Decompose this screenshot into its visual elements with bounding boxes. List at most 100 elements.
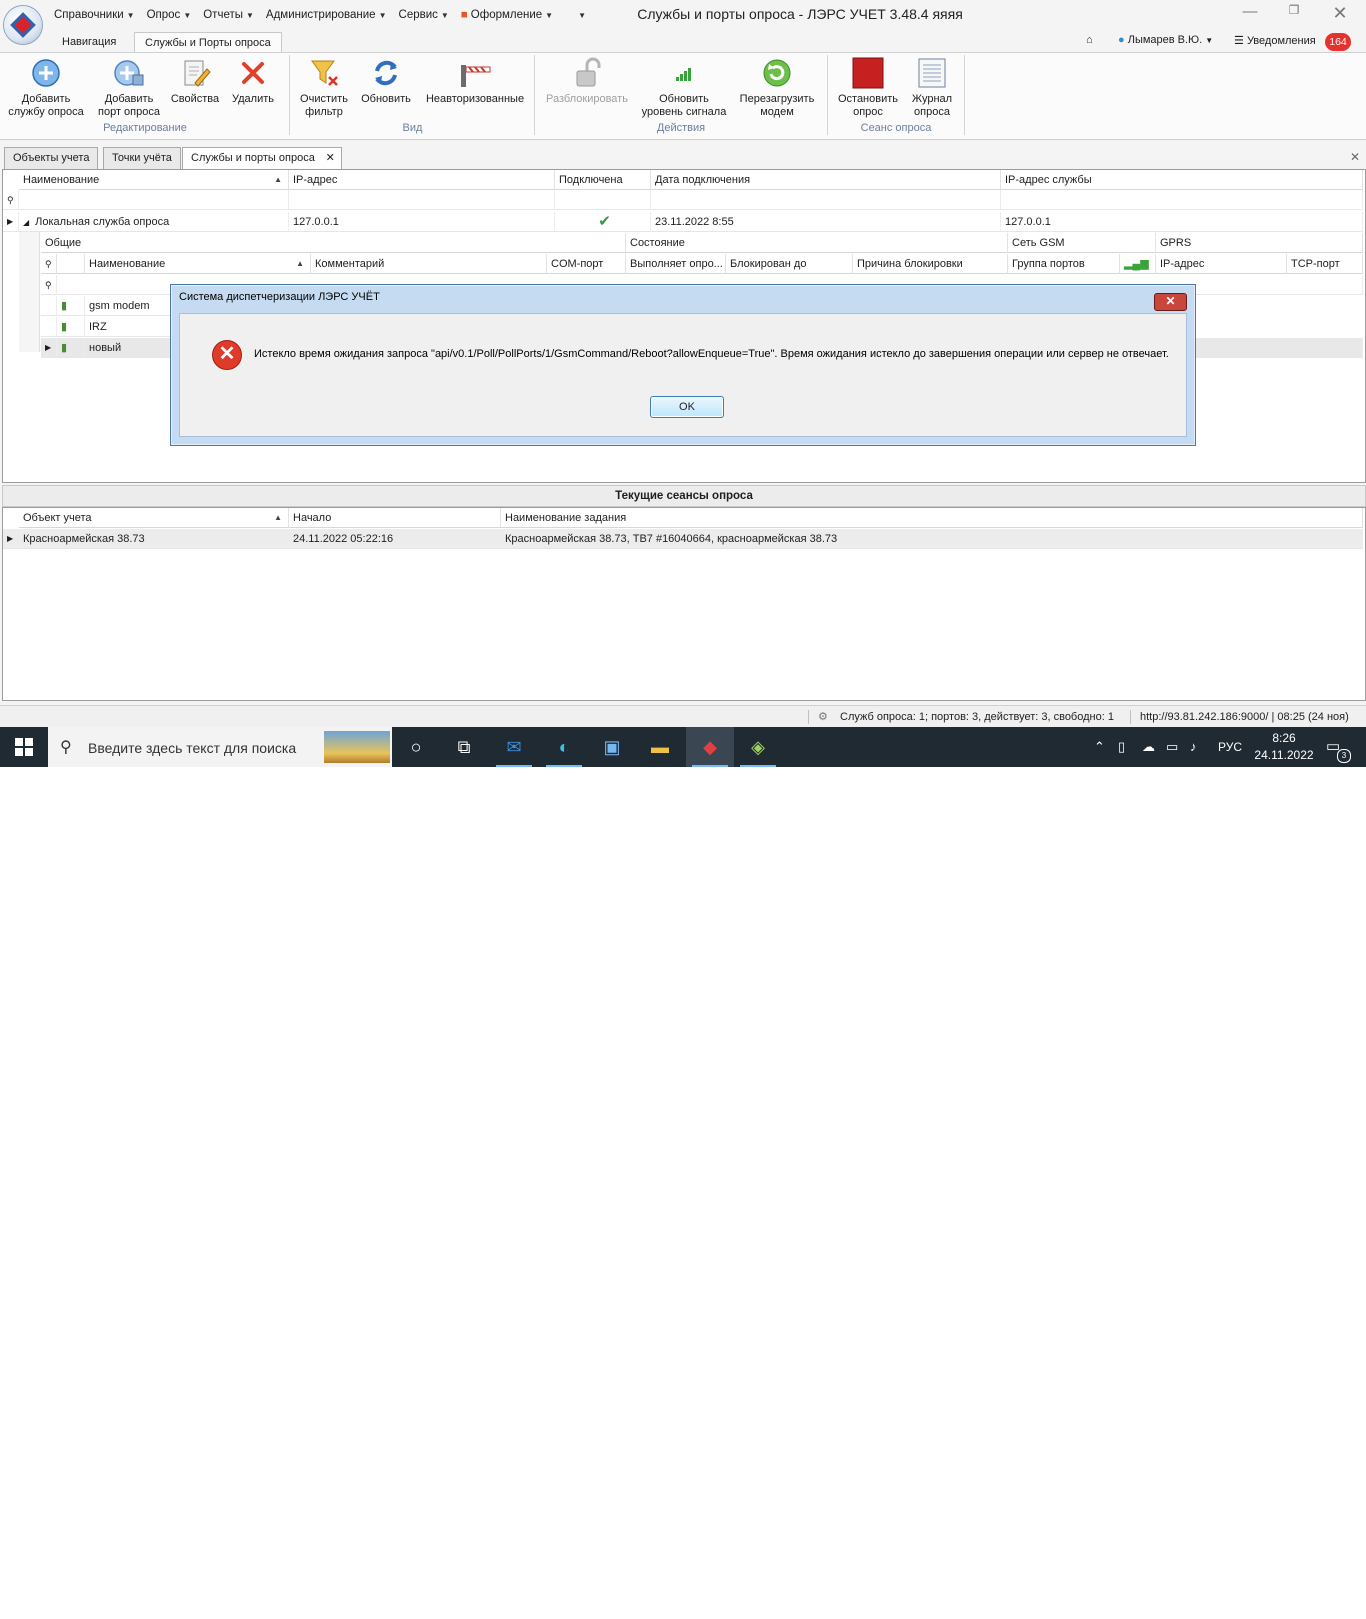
- status-summary: Служб опроса: 1; портов: 3, действует: 3…: [840, 711, 1114, 723]
- tab-services-ports[interactable]: Службы и Порты опроса: [134, 32, 282, 53]
- close-tab-icon[interactable]: ✕: [326, 148, 335, 169]
- dialog-title: Система диспетчеризации ЛЭРС УЧЁТ: [179, 291, 380, 303]
- col-signal-icon[interactable]: ▂▄▆: [1120, 254, 1156, 274]
- search-input[interactable]: Введите здесь текст для поиска: [88, 740, 296, 756]
- reboot-modem-button[interactable]: Перезагрузить модем: [736, 57, 818, 119]
- tab-accounting-objects[interactable]: Объекты учета: [4, 147, 99, 170]
- tray-chevron-icon[interactable]: ⌃: [1094, 739, 1105, 755]
- col-tcp-port[interactable]: TCP-порт: [1287, 254, 1363, 274]
- band-gprs: GPRS: [1156, 233, 1363, 253]
- add-port-icon: [113, 57, 145, 89]
- restore-button[interactable]: ❐: [1274, 3, 1314, 25]
- status-server: http://93.81.242.186:9000/ | 08:25 (24 н…: [1140, 711, 1349, 723]
- taskbar-search[interactable]: ⚲ Введите здесь текст для поиска: [48, 727, 392, 767]
- mail-icon[interactable]: ✉: [490, 727, 538, 767]
- app-icon[interactable]: ◈: [734, 727, 782, 767]
- col-polling[interactable]: Выполняет опро...: [626, 254, 726, 274]
- collapse-ribbon-icon[interactable]: ⌂: [1086, 34, 1093, 46]
- menu-references[interactable]: Справочники ▼: [54, 9, 135, 21]
- dialog-body: ✕ Истекло время ожидания запроса "api/v0…: [179, 313, 1187, 437]
- col-gprs-ip[interactable]: IP-адрес: [1156, 254, 1287, 274]
- col-com-port[interactable]: COM-порт: [547, 254, 626, 274]
- col-comment[interactable]: Комментарий: [311, 254, 547, 274]
- column-chooser-icon[interactable]: ⚲: [41, 254, 57, 274]
- volume-icon[interactable]: ♪: [1190, 739, 1197, 754]
- filter-row-icon[interactable]: ⚲: [41, 275, 57, 295]
- unlock-button[interactable]: Разблокировать: [542, 57, 632, 106]
- col-block-reason[interactable]: Причина блокировки: [853, 254, 1008, 274]
- filter-row-icon[interactable]: ⚲: [3, 190, 19, 210]
- menu-administration[interactable]: Администрирование ▼: [266, 9, 387, 21]
- expand-icon[interactable]: ◢: [23, 218, 29, 227]
- search-highlight-image: [324, 731, 390, 763]
- close-button[interactable]: ✕: [1320, 3, 1360, 25]
- quick-access-dropdown-icon[interactable]: ▼: [575, 11, 586, 20]
- language-indicator[interactable]: РУС: [1218, 740, 1242, 754]
- ok-button[interactable]: OK: [650, 396, 724, 418]
- group-edit-label: Редактирование: [103, 122, 187, 134]
- tab-accounting-points[interactable]: Точки учёта: [103, 147, 181, 170]
- sessions-title: Текущие сеансы опроса: [2, 485, 1366, 507]
- cloud-icon[interactable]: ☁: [1142, 739, 1155, 755]
- col-task-name[interactable]: Наименование задания: [501, 508, 1363, 528]
- col-start[interactable]: Начало: [289, 508, 501, 528]
- add-service-button[interactable]: Добавить службу опроса: [6, 57, 86, 119]
- minimize-button[interactable]: —: [1230, 3, 1270, 25]
- refresh-button[interactable]: Обновить: [358, 57, 414, 106]
- add-port-button[interactable]: Добавить порт опроса: [94, 57, 164, 119]
- tab-navigation[interactable]: Навигация: [52, 32, 126, 52]
- col-blocked-until[interactable]: Блокирован до: [726, 254, 853, 274]
- clock[interactable]: 8:26 24.11.2022: [1252, 731, 1316, 762]
- lers-app-icon[interactable]: ◆: [686, 727, 734, 767]
- reboot-icon: [761, 57, 793, 89]
- clear-filter-button[interactable]: Очистить фильтр: [294, 57, 354, 119]
- cortana-icon[interactable]: ○: [392, 727, 440, 767]
- menu-reports[interactable]: Отчеты ▼: [203, 9, 254, 21]
- col-status-icon[interactable]: [57, 254, 85, 274]
- detail-indent: [19, 232, 40, 352]
- unauthorized-button[interactable]: Неавторизованные: [420, 57, 530, 106]
- task-view-icon[interactable]: ⧉: [440, 727, 488, 767]
- col-connect-date[interactable]: Дата подключения: [651, 170, 1001, 190]
- windows-icon: [15, 738, 33, 756]
- filter-cell[interactable]: [651, 190, 1001, 210]
- delete-button[interactable]: Удалить: [228, 57, 278, 106]
- session-object[interactable]: Красноармейская 38.73: [19, 529, 289, 549]
- close-all-icon[interactable]: ✕: [1350, 150, 1360, 164]
- battery-icon[interactable]: ▭: [1166, 739, 1178, 755]
- start-button[interactable]: [0, 727, 48, 767]
- band-general: Общие: [41, 233, 626, 253]
- table-row[interactable]: ◢ Локальная служба опроса: [19, 212, 289, 232]
- menu-appearance[interactable]: ■ Оформление ▼: [461, 9, 553, 21]
- filter-cell[interactable]: [1001, 190, 1363, 210]
- col-port-name[interactable]: Наименование ▲: [85, 254, 311, 274]
- file-explorer-icon[interactable]: ▬: [636, 727, 684, 767]
- col-object[interactable]: Объект учета ▲: [19, 508, 289, 528]
- menu-poll[interactable]: Опрос ▼: [147, 9, 192, 21]
- dialog-close-button[interactable]: ✕: [1154, 293, 1187, 311]
- menu-service[interactable]: Сервис ▼: [399, 9, 449, 21]
- filter-cell[interactable]: [289, 190, 555, 210]
- update-signal-button[interactable]: Обновить уровень сигнала: [636, 57, 732, 119]
- tab-services-and-ports[interactable]: Службы и порты опроса ✕: [182, 147, 342, 170]
- notifications-button[interactable]: ☰ Уведомления: [1234, 34, 1316, 47]
- properties-button[interactable]: Свойства: [170, 57, 220, 106]
- group-view-label: Вид: [402, 122, 423, 134]
- filter-cell[interactable]: [555, 190, 651, 210]
- col-connected[interactable]: Подключена: [555, 170, 651, 190]
- notifications-label: Уведомления: [1246, 35, 1316, 47]
- group-actions-label: Действия: [656, 122, 706, 134]
- user-icon: ●: [1118, 34, 1125, 46]
- tray-app-icon[interactable]: ▯: [1118, 739, 1125, 755]
- col-ip[interactable]: IP-адрес: [289, 170, 555, 190]
- col-port-group[interactable]: Группа портов: [1008, 254, 1120, 274]
- col-name[interactable]: Наименование ▲: [19, 170, 289, 190]
- poll-log-button[interactable]: Журнал опроса: [906, 57, 958, 119]
- taskbar: ⚲ Введите здесь текст для поиска ○ ⧉ ✉ ◐…: [0, 727, 1366, 767]
- filter-cell[interactable]: [19, 190, 289, 210]
- col-service-ip[interactable]: IP-адрес службы: [1001, 170, 1363, 190]
- edge-icon[interactable]: ◐: [540, 727, 588, 767]
- stop-poll-button[interactable]: Остановить опрос: [834, 57, 902, 119]
- user-menu[interactable]: ● Лымарев В.Ю. ▼: [1118, 34, 1213, 46]
- store-icon[interactable]: ▣: [588, 727, 636, 767]
